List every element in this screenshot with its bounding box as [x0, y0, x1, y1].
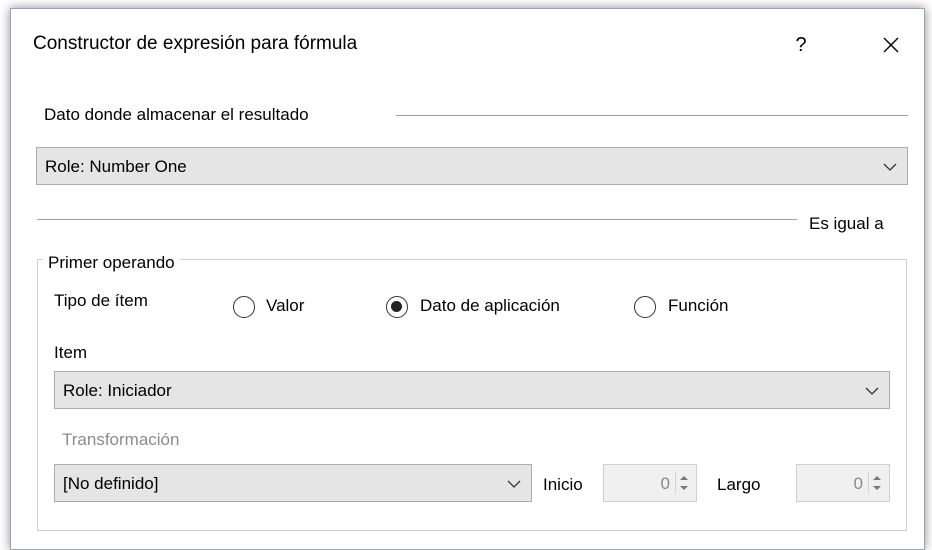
- target-data-value: Role: Number One: [45, 157, 187, 176]
- operator-divider: [37, 219, 797, 220]
- first-operand-title: Primer operando: [43, 253, 180, 273]
- chevron-down-icon: [883, 163, 897, 171]
- spin-arrows-icon[interactable]: [868, 472, 885, 494]
- radio-valor-label[interactable]: Valor: [266, 296, 304, 316]
- item-label: Item: [54, 343, 88, 362]
- target-data-combobox[interactable]: Role: Number One: [36, 147, 908, 185]
- chevron-down-icon: [865, 387, 879, 395]
- item-value: Role: Iniciador: [63, 381, 172, 400]
- transform-combobox[interactable]: [No definido]: [54, 464, 532, 502]
- radio-funcion-label[interactable]: Función: [668, 296, 728, 316]
- length-spinner[interactable]: 0: [796, 464, 890, 502]
- length-label: Largo: [717, 475, 761, 494]
- transform-label: Transformación: [62, 430, 180, 449]
- formula-builder-dialog: Constructor de expresión para fórmula ? …: [10, 8, 925, 550]
- transform-value: [No definido]: [63, 474, 159, 493]
- start-spinner[interactable]: 0: [603, 464, 697, 502]
- target-section-divider: [396, 115, 908, 116]
- radio-funcion[interactable]: [634, 296, 656, 318]
- chevron-down-icon: [507, 480, 521, 488]
- item-combobox[interactable]: Role: Iniciador: [54, 371, 890, 409]
- item-type-label: Tipo de ítem: [54, 291, 148, 310]
- radio-dato-aplicacion[interactable]: [386, 296, 408, 318]
- radio-valor[interactable]: [233, 296, 255, 318]
- start-label: Inicio: [543, 475, 583, 494]
- start-value: 0: [660, 474, 670, 493]
- operator-label: Es igual a: [809, 214, 884, 233]
- title-bar: Constructor de expresión para fórmula ?: [11, 9, 924, 71]
- target-section-label: Dato donde almacenar el resultado: [44, 105, 309, 124]
- dialog-title: Constructor de expresión para fórmula: [33, 33, 358, 54]
- help-button[interactable]: ?: [781, 25, 821, 65]
- spin-arrows-icon[interactable]: [675, 472, 692, 494]
- close-icon: [883, 37, 899, 53]
- close-button[interactable]: [871, 25, 911, 65]
- radio-dato-aplicacion-label[interactable]: Dato de aplicación: [420, 296, 560, 316]
- length-value: 0: [853, 474, 863, 493]
